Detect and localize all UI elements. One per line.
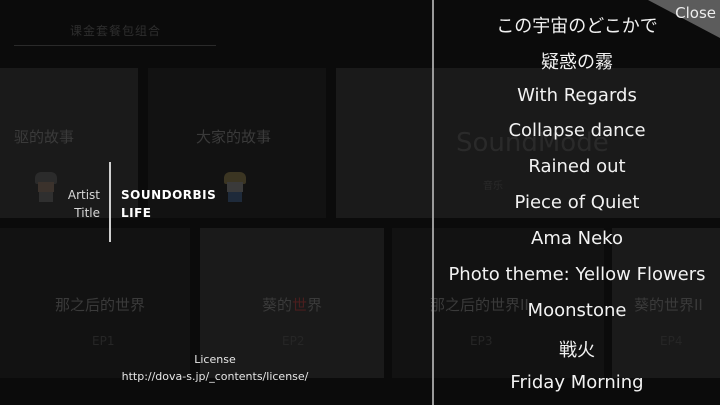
track-item[interactable]: Ama Neko: [434, 228, 720, 249]
artist-label: Artist: [67, 188, 100, 202]
track-item[interactable]: 戦火: [434, 336, 720, 362]
title-label: Title: [74, 206, 100, 220]
bg-card-2-title: 大家的故事: [196, 128, 272, 146]
bg-card-4-title: 葵的世界: [262, 296, 323, 314]
license-info: License http://dova-s.jp/_contents/licen…: [100, 351, 330, 385]
now-playing-labels: Artist Title: [20, 186, 100, 222]
license-url[interactable]: http://dova-s.jp/_contents/license/: [100, 368, 330, 385]
track-item[interactable]: Rained out: [434, 156, 720, 177]
now-playing-values: SOUNDORBIS LIFE: [121, 186, 216, 222]
track-item[interactable]: Moonstone: [434, 300, 720, 321]
now-playing-separator: [109, 162, 111, 242]
track-item[interactable]: Friday Morning: [434, 372, 720, 393]
bg-tab-label: 课金套餐包组合: [70, 24, 162, 38]
bg-character-sprite: [222, 172, 248, 202]
bg-card-3-title: 那之后的世界: [55, 296, 146, 314]
title-value: LIFE: [121, 206, 152, 220]
track-item[interactable]: この宇宙のどこかで: [434, 12, 720, 38]
artist-value: SOUNDORBIS: [121, 188, 217, 202]
bg-card-soundmode: [336, 68, 432, 218]
track-item[interactable]: 疑惑の霧: [434, 48, 720, 74]
track-item[interactable]: Collapse dance: [434, 120, 720, 141]
track-item[interactable]: Piece of Quiet: [434, 192, 720, 213]
license-label: License: [194, 353, 236, 366]
track-list: この宇宙のどこかで 疑惑の霧 With Regards Collapse dan…: [434, 0, 720, 405]
bg-card-5: [392, 228, 432, 378]
track-item[interactable]: With Regards: [434, 85, 720, 106]
bg-card-3-ep: EP1: [92, 334, 115, 348]
track-item[interactable]: Photo theme: Yellow Flowers: [434, 264, 720, 285]
bg-card-4-ep: EP2: [282, 334, 305, 348]
bg-tab-underline: [14, 45, 216, 46]
bg-card-1-title: 驱的故事: [14, 128, 75, 146]
